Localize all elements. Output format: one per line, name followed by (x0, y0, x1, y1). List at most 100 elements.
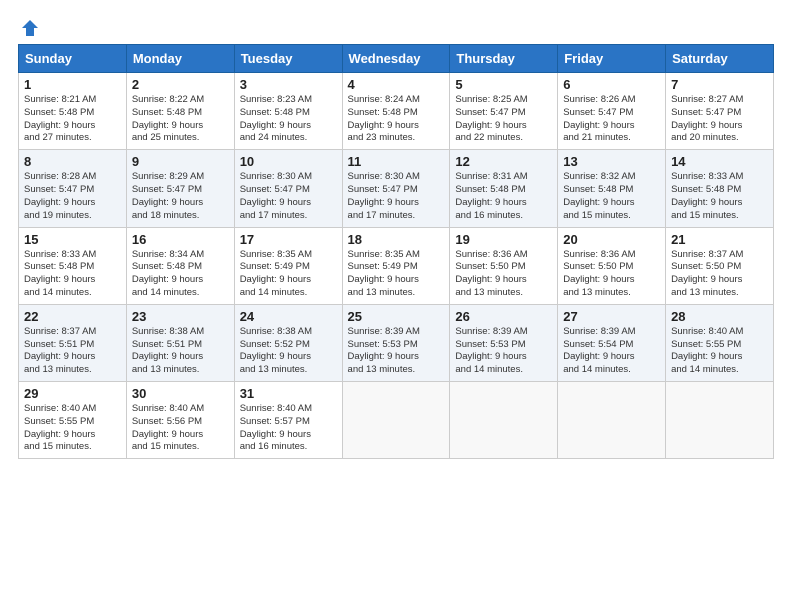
day-info: Sunrise: 8:23 AM Sunset: 5:48 PM Dayligh… (240, 94, 337, 145)
day-number: 2 (132, 77, 229, 92)
day-info: Sunrise: 8:38 AM Sunset: 5:51 PM Dayligh… (132, 326, 229, 377)
day-number: 25 (348, 309, 445, 324)
day-info: Sunrise: 8:40 AM Sunset: 5:55 PM Dayligh… (24, 403, 121, 454)
day-info: Sunrise: 8:30 AM Sunset: 5:47 PM Dayligh… (240, 171, 337, 222)
calendar-cell: 19 Sunrise: 8:36 AM Sunset: 5:50 PM Dayli… (450, 227, 558, 304)
calendar-cell: 4 Sunrise: 8:24 AM Sunset: 5:48 PM Daylig… (342, 73, 450, 150)
calendar-cell: 18 Sunrise: 8:35 AM Sunset: 5:49 PM Dayli… (342, 227, 450, 304)
day-number: 28 (671, 309, 768, 324)
calendar-cell: 6Sunrise: 8:26 AM Sunset: 5:47 PM Daylig… (558, 73, 666, 150)
logo-icon (20, 18, 40, 38)
weekday-sunday: Sunday (19, 45, 127, 73)
day-number: 13 (563, 154, 660, 169)
day-number: 27 (563, 309, 660, 324)
calendar-cell: 16 Sunrise: 8:34 AM Sunset: 5:48 PM Dayli… (126, 227, 234, 304)
day-number: 12 (455, 154, 552, 169)
day-info: Sunrise: 8:34 AM Sunset: 5:48 PM Dayligh… (132, 249, 229, 300)
day-info: Sunrise: 8:32 AM Sunset: 5:48 PM Dayligh… (563, 171, 660, 222)
weekday-tuesday: Tuesday (234, 45, 342, 73)
logo (18, 18, 40, 38)
weekday-saturday: Saturday (666, 45, 774, 73)
day-info: Sunrise: 8:37 AM Sunset: 5:50 PM Dayligh… (671, 249, 768, 300)
calendar-cell: 15Sunrise: 8:33 AM Sunset: 5:48 PM Dayli… (19, 227, 127, 304)
day-number: 15 (24, 232, 121, 247)
day-number: 11 (348, 154, 445, 169)
day-info: Sunrise: 8:26 AM Sunset: 5:47 PM Dayligh… (563, 94, 660, 145)
week-row-1: 1Sunrise: 8:21 AM Sunset: 5:48 PM Daylig… (19, 73, 774, 150)
day-info: Sunrise: 8:28 AM Sunset: 5:47 PM Dayligh… (24, 171, 121, 222)
calendar-cell: 23 Sunrise: 8:38 AM Sunset: 5:51 PM Dayli… (126, 304, 234, 381)
day-info: Sunrise: 8:36 AM Sunset: 5:50 PM Dayligh… (563, 249, 660, 300)
calendar-cell (558, 382, 666, 459)
calendar-cell: 11 Sunrise: 8:30 AM Sunset: 5:47 PM Dayli… (342, 150, 450, 227)
day-info: Sunrise: 8:30 AM Sunset: 5:47 PM Dayligh… (348, 171, 445, 222)
day-number: 16 (132, 232, 229, 247)
day-number: 30 (132, 386, 229, 401)
day-info: Sunrise: 8:40 AM Sunset: 5:55 PM Dayligh… (671, 326, 768, 377)
weekday-thursday: Thursday (450, 45, 558, 73)
day-info: Sunrise: 8:39 AM Sunset: 5:54 PM Dayligh… (563, 326, 660, 377)
calendar-cell: 30 Sunrise: 8:40 AM Sunset: 5:56 PM Dayli… (126, 382, 234, 459)
day-info: Sunrise: 8:36 AM Sunset: 5:50 PM Dayligh… (455, 249, 552, 300)
calendar-cell: 5Sunrise: 8:25 AM Sunset: 5:47 PM Daylig… (450, 73, 558, 150)
calendar-cell: 17Sunrise: 8:35 AM Sunset: 5:49 PM Dayli… (234, 227, 342, 304)
day-info: Sunrise: 8:33 AM Sunset: 5:48 PM Dayligh… (671, 171, 768, 222)
week-row-4: 22 Sunrise: 8:37 AM Sunset: 5:51 PM Dayli… (19, 304, 774, 381)
calendar-cell: 9 Sunrise: 8:29 AM Sunset: 5:47 PM Daylig… (126, 150, 234, 227)
day-info: Sunrise: 8:40 AM Sunset: 5:56 PM Dayligh… (132, 403, 229, 454)
day-number: 26 (455, 309, 552, 324)
day-info: Sunrise: 8:29 AM Sunset: 5:47 PM Dayligh… (132, 171, 229, 222)
day-number: 7 (671, 77, 768, 92)
day-number: 22 (24, 309, 121, 324)
day-number: 3 (240, 77, 337, 92)
day-info: Sunrise: 8:40 AM Sunset: 5:57 PM Dayligh… (240, 403, 337, 454)
calendar-cell: 2 Sunrise: 8:22 AM Sunset: 5:48 PM Daylig… (126, 73, 234, 150)
day-number: 5 (455, 77, 552, 92)
day-info: Sunrise: 8:21 AM Sunset: 5:48 PM Dayligh… (24, 94, 121, 145)
day-number: 4 (348, 77, 445, 92)
day-number: 14 (671, 154, 768, 169)
day-number: 20 (563, 232, 660, 247)
calendar-cell: 1Sunrise: 8:21 AM Sunset: 5:48 PM Daylig… (19, 73, 127, 150)
weekday-header-row: SundayMondayTuesdayWednesdayThursdayFrid… (19, 45, 774, 73)
calendar-cell: 8 Sunrise: 8:28 AM Sunset: 5:47 PM Daylig… (19, 150, 127, 227)
day-info: Sunrise: 8:24 AM Sunset: 5:48 PM Dayligh… (348, 94, 445, 145)
calendar-cell: 27 Sunrise: 8:39 AM Sunset: 5:54 PM Dayli… (558, 304, 666, 381)
day-number: 8 (24, 154, 121, 169)
day-number: 10 (240, 154, 337, 169)
week-row-3: 15Sunrise: 8:33 AM Sunset: 5:48 PM Dayli… (19, 227, 774, 304)
day-info: Sunrise: 8:22 AM Sunset: 5:48 PM Dayligh… (132, 94, 229, 145)
day-info: Sunrise: 8:38 AM Sunset: 5:52 PM Dayligh… (240, 326, 337, 377)
calendar-cell (450, 382, 558, 459)
day-number: 17 (240, 232, 337, 247)
day-info: Sunrise: 8:37 AM Sunset: 5:51 PM Dayligh… (24, 326, 121, 377)
calendar-cell: 22 Sunrise: 8:37 AM Sunset: 5:51 PM Dayli… (19, 304, 127, 381)
calendar-cell: 7Sunrise: 8:27 AM Sunset: 5:47 PM Daylig… (666, 73, 774, 150)
calendar-cell: 29 Sunrise: 8:40 AM Sunset: 5:55 PM Dayli… (19, 382, 127, 459)
day-number: 19 (455, 232, 552, 247)
calendar-cell: 20 Sunrise: 8:36 AM Sunset: 5:50 PM Dayli… (558, 227, 666, 304)
week-row-2: 8 Sunrise: 8:28 AM Sunset: 5:47 PM Daylig… (19, 150, 774, 227)
day-number: 24 (240, 309, 337, 324)
day-info: Sunrise: 8:35 AM Sunset: 5:49 PM Dayligh… (348, 249, 445, 300)
day-number: 23 (132, 309, 229, 324)
calendar-cell: 14 Sunrise: 8:33 AM Sunset: 5:48 PM Dayli… (666, 150, 774, 227)
day-number: 18 (348, 232, 445, 247)
day-number: 9 (132, 154, 229, 169)
calendar-body: 1Sunrise: 8:21 AM Sunset: 5:48 PM Daylig… (19, 73, 774, 459)
page: SundayMondayTuesdayWednesdayThursdayFrid… (0, 0, 792, 612)
day-info: Sunrise: 8:39 AM Sunset: 5:53 PM Dayligh… (348, 326, 445, 377)
weekday-wednesday: Wednesday (342, 45, 450, 73)
calendar-cell: 24 Sunrise: 8:38 AM Sunset: 5:52 PM Dayli… (234, 304, 342, 381)
calendar-cell: 12Sunrise: 8:31 AM Sunset: 5:48 PM Dayli… (450, 150, 558, 227)
day-number: 31 (240, 386, 337, 401)
calendar-cell (342, 382, 450, 459)
calendar-cell: 3 Sunrise: 8:23 AM Sunset: 5:48 PM Daylig… (234, 73, 342, 150)
week-row-5: 29 Sunrise: 8:40 AM Sunset: 5:55 PM Dayli… (19, 382, 774, 459)
calendar-cell: 21Sunrise: 8:37 AM Sunset: 5:50 PM Dayli… (666, 227, 774, 304)
calendar-cell: 25 Sunrise: 8:39 AM Sunset: 5:53 PM Dayli… (342, 304, 450, 381)
calendar-cell: 10 Sunrise: 8:30 AM Sunset: 5:47 PM Dayli… (234, 150, 342, 227)
day-number: 29 (24, 386, 121, 401)
calendar-table: SundayMondayTuesdayWednesdayThursdayFrid… (18, 44, 774, 459)
calendar-cell (666, 382, 774, 459)
